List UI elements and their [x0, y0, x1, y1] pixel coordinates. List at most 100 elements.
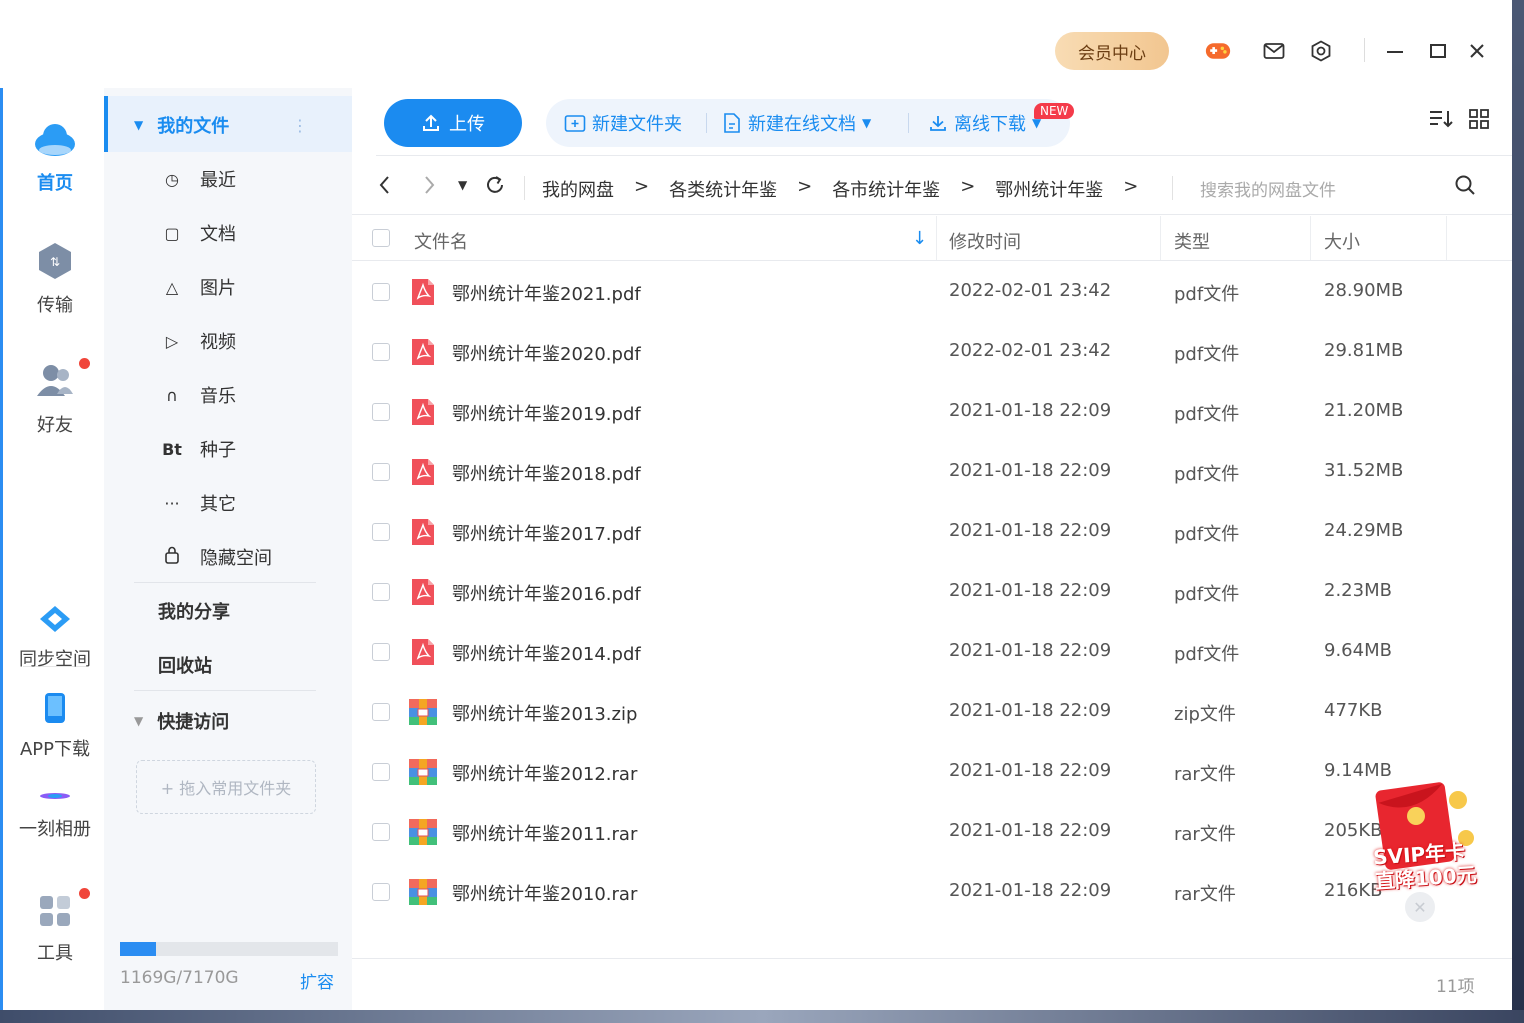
row-checkbox[interactable]: [372, 283, 390, 301]
row-checkbox[interactable]: [372, 523, 390, 541]
table-row[interactable]: 鄂州统计年鉴2010.rar 2021-01-18 22:09 rar文件 216KB: [352, 862, 1512, 922]
search-icon[interactable]: [1454, 174, 1476, 200]
column-divider[interactable]: [1446, 216, 1447, 260]
sidebar-item-pictures[interactable]: △ 图片: [104, 260, 352, 314]
rail-tools[interactable]: 工具: [3, 894, 107, 965]
search-input[interactable]: 搜索我的网盘文件: [1200, 176, 1336, 201]
breadcrumb-chevron-icon[interactable]: >: [1123, 176, 1138, 202]
table-row[interactable]: 鄂州统计年鉴2019.pdf 2021-01-18 22:09 pdf文件 21.20…: [352, 382, 1512, 442]
column-divider[interactable]: [1310, 216, 1311, 260]
sidebar-item-quick-access[interactable]: ▼ 快捷访问: [104, 694, 352, 748]
rail-friends[interactable]: 好友: [3, 362, 107, 437]
sidebar-item-torrent[interactable]: Bt 种子: [104, 422, 352, 476]
column-header-modified[interactable]: 修改时间: [949, 228, 1021, 254]
refresh-icon[interactable]: [484, 174, 506, 201]
pdf-file-icon: [410, 457, 436, 487]
sidebar-item-label: 图片: [200, 278, 236, 299]
sidebar-item-recycle-bin[interactable]: 回收站: [104, 638, 352, 692]
table-row[interactable]: 鄂州统计年鉴2020.pdf 2022-02-01 23:42 pdf文件 29.81…: [352, 322, 1512, 382]
file-type: pdf文件: [1174, 644, 1240, 665]
mail-icon[interactable]: [1261, 38, 1287, 64]
online-doc-icon: [724, 113, 740, 133]
sidebar-item-docs[interactable]: ▢ 文档: [104, 206, 352, 260]
offline-download-button[interactable]: 离线下载 ▼: [928, 99, 1041, 147]
row-checkbox[interactable]: [372, 763, 390, 781]
breadcrumb-item[interactable]: 各市统计年鉴: [832, 176, 940, 202]
breadcrumb-item[interactable]: 鄂州统计年鉴: [995, 176, 1103, 202]
upload-button[interactable]: 上传: [384, 99, 522, 147]
column-header-size[interactable]: 大小: [1324, 228, 1360, 254]
sort-arrow-down-icon[interactable]: ↓: [912, 228, 927, 249]
table-row[interactable]: 鄂州统计年鉴2018.pdf 2021-01-18 22:09 pdf文件 31.52…: [352, 442, 1512, 502]
sidebar-item-label: 快捷访问: [157, 712, 230, 733]
row-checkbox[interactable]: [372, 703, 390, 721]
more-dots-icon[interactable]: ⋮: [292, 116, 308, 135]
close-icon[interactable]: [1464, 38, 1490, 64]
pdf-file-icon: [410, 637, 436, 667]
table-row[interactable]: 鄂州统计年鉴2021.pdf 2022-02-01 23:42 pdf文件 28.90…: [352, 262, 1512, 322]
column-header-type[interactable]: 类型: [1174, 228, 1210, 254]
table-row[interactable]: 鄂州统计年鉴2017.pdf 2021-01-18 22:09 pdf文件 24.29…: [352, 502, 1512, 562]
back-icon[interactable]: [376, 174, 394, 201]
row-checkbox[interactable]: [372, 403, 390, 421]
vip-center-button[interactable]: 会员中心: [1055, 32, 1169, 70]
new-folder-button[interactable]: 新建文件夹: [564, 99, 682, 147]
sidebar-item-my-files[interactable]: ▼ 我的文件 ⋮: [104, 96, 352, 152]
promo-close-icon[interactable]: ✕: [1405, 892, 1435, 922]
row-checkbox[interactable]: [372, 883, 390, 901]
sidebar-item-label: 种子: [200, 440, 236, 461]
breadcrumb-item[interactable]: 各类统计年鉴: [669, 176, 777, 202]
sidebar-item-music[interactable]: ∩ 音乐: [104, 368, 352, 422]
drag-folder-dropzone[interactable]: + 拖入常用文件夹: [136, 760, 316, 814]
rail-album[interactable]: 一刻相册: [3, 788, 107, 841]
new-online-doc-button[interactable]: 新建在线文档 ▼: [722, 99, 871, 147]
row-checkbox[interactable]: [372, 463, 390, 481]
title-bar: 会员中心: [0, 0, 1512, 88]
rail-home-label: 首页: [37, 173, 73, 194]
file-size: 21.20MB: [1324, 400, 1404, 421]
file-name: 鄂州统计年鉴2011.rar: [452, 824, 638, 845]
item-count: 11项: [1436, 977, 1475, 997]
file-modified-time: 2021-01-18 22:09: [949, 700, 1112, 721]
row-checkbox[interactable]: [372, 643, 390, 661]
minimize-icon[interactable]: [1382, 38, 1408, 64]
row-checkbox[interactable]: [372, 583, 390, 601]
rail-transfer[interactable]: ⇅ 传输: [3, 242, 107, 317]
table-row[interactable]: 鄂州统计年鉴2012.rar 2021-01-18 22:09 rar文件 9.14M…: [352, 742, 1512, 802]
rail-app-download[interactable]: APP下载: [3, 692, 107, 761]
column-divider[interactable]: [936, 216, 937, 260]
rail-sync-space[interactable]: 同步空间: [3, 604, 107, 671]
file-modified-time: 2021-01-18 22:09: [949, 760, 1112, 781]
history-dropdown-icon[interactable]: ▼: [458, 178, 467, 192]
sidebar-item-hidden-space[interactable]: 隐藏空间: [104, 530, 352, 584]
svip-promo-banner[interactable]: SVIP年卡 直降100元: [1370, 778, 1480, 893]
select-all-checkbox[interactable]: [372, 229, 390, 247]
game-controller-icon[interactable]: [1205, 38, 1231, 64]
phone-icon: [45, 693, 65, 723]
sidebar-item-recent[interactable]: ◷ 最近: [104, 152, 352, 206]
row-checkbox[interactable]: [372, 343, 390, 361]
settings-icon[interactable]: [1308, 38, 1334, 64]
pdf-file-icon: [410, 517, 436, 547]
breadcrumb-item[interactable]: 我的网盘: [542, 176, 614, 202]
table-row[interactable]: 鄂州统计年鉴2014.pdf 2021-01-18 22:09 pdf文件 9.64M…: [352, 622, 1512, 682]
sidebar-item-other[interactable]: ··· 其它: [104, 476, 352, 530]
sidebar-item-videos[interactable]: ▷ 视频: [104, 314, 352, 368]
column-divider[interactable]: [1160, 216, 1161, 260]
grid-view-icon[interactable]: [1468, 108, 1490, 135]
forward-icon[interactable]: [420, 174, 438, 201]
sort-icon[interactable]: [1428, 108, 1454, 135]
table-row[interactable]: 鄂州统计年鉴2016.pdf 2021-01-18 22:09 pdf文件 2.23M…: [352, 562, 1512, 622]
table-row[interactable]: 鄂州统计年鉴2013.zip 2021-01-18 22:09 zip文件 477KB: [352, 682, 1512, 742]
row-checkbox[interactable]: [372, 823, 390, 841]
maximize-icon[interactable]: [1425, 38, 1451, 64]
expand-storage-link[interactable]: 扩容: [300, 968, 334, 993]
rail-home[interactable]: 首页: [3, 120, 107, 195]
action-toolbar: 新建文件夹 新建在线文档 ▼ NEW 离线下载 ▼: [546, 99, 1075, 147]
rail-app-download-label: APP下载: [19, 739, 91, 760]
table-row[interactable]: 鄂州统计年鉴2011.rar 2021-01-18 22:09 rar文件 205KB: [352, 802, 1512, 862]
sidebar-item-my-share[interactable]: 我的分享: [104, 584, 352, 638]
left-rail: 首页 ⇅ 传输 好友 同步空间 APP下载 一刻相册 工具: [0, 88, 104, 1010]
column-header-name[interactable]: 文件名: [414, 228, 468, 254]
storage-progress-bar: [120, 942, 338, 956]
